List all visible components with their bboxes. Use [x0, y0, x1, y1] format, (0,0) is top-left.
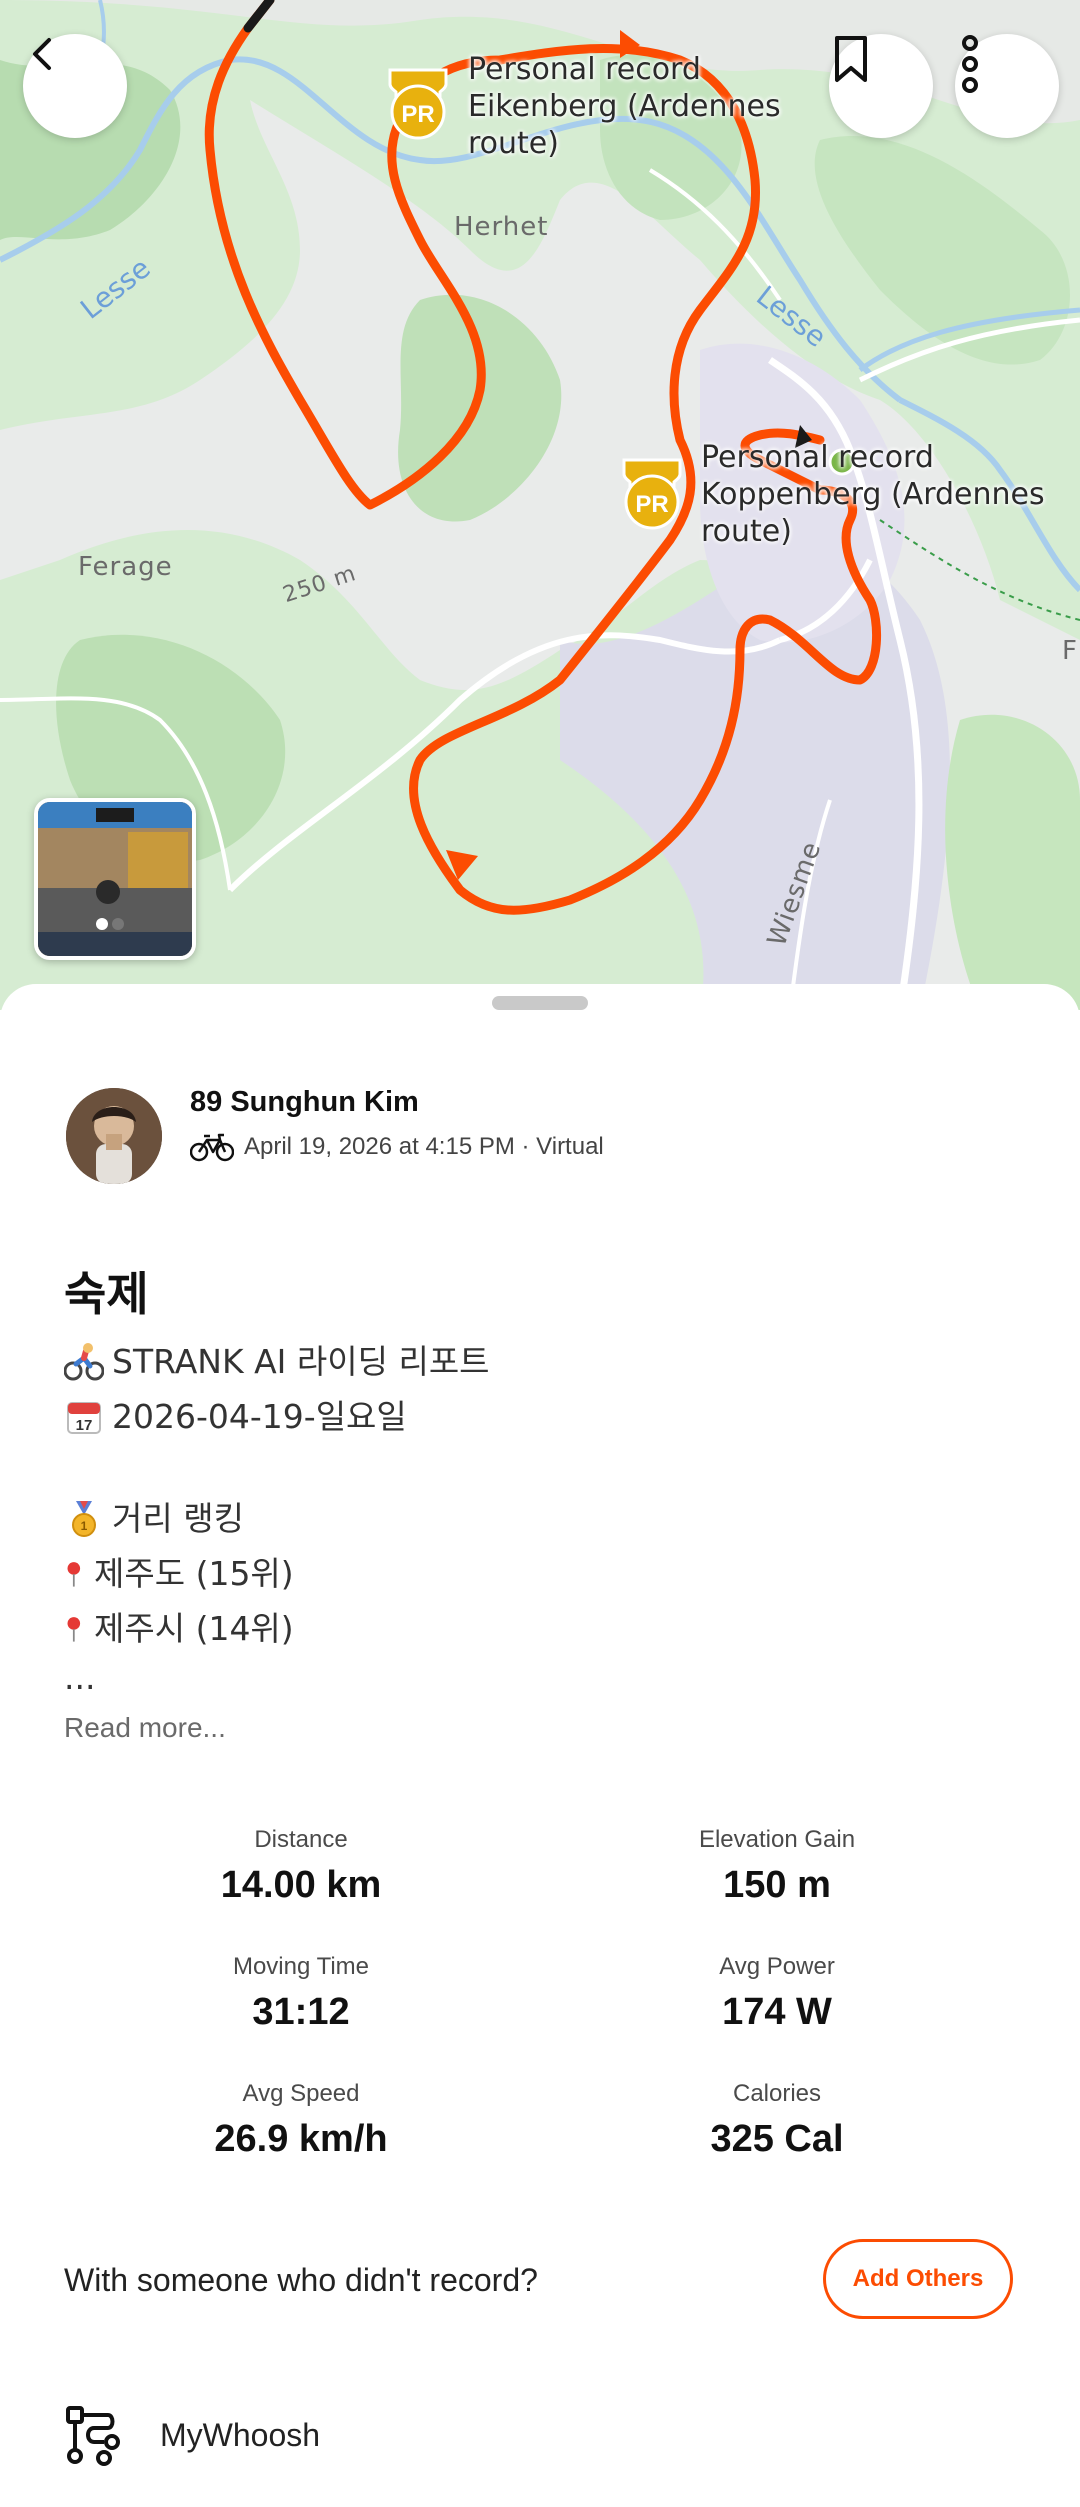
stat-calories: Calories 325 Cal [577, 2080, 977, 2161]
place-label-herhet: Herhet [454, 212, 549, 242]
stat-label: Distance [254, 1826, 348, 1853]
pr-segment-cont: route) [468, 126, 559, 161]
avatar[interactable] [66, 1088, 162, 1184]
stat-value: 14.00 km [220, 1864, 382, 1906]
avatar-image [66, 1088, 162, 1184]
stat-distance: Distance 14.00 km [101, 1826, 501, 1907]
stat-avg-power: Avg Power 174 W [577, 1953, 977, 2034]
back-button[interactable] [23, 34, 127, 138]
activity-sheet: 89 Sunghun Kim April 19, 2026 at 4:15 PM… [0, 984, 1080, 2507]
stat-label: Avg Speed [242, 2080, 360, 2107]
cyclist-emoji-icon [64, 1342, 104, 1380]
pin-emoji-icon [67, 1561, 81, 1587]
stat-value: 26.9 km/h [214, 2118, 388, 2160]
device-row[interactable]: MyWhoosh [64, 2404, 320, 2466]
pr-title: Personal record [701, 440, 934, 475]
pr-badge-icon: PR [622, 458, 682, 530]
description-line: 거리 랭킹 [112, 1499, 244, 1538]
activity-title: 숙제 [64, 1267, 149, 1321]
read-more-link[interactable]: Read more... [64, 1712, 226, 1744]
stat-avg-speed: Avg Speed 26.9 km/h [101, 2080, 501, 2161]
bike-icon [190, 1133, 234, 1162]
pr-label-eikenberg[interactable]: Personal record Eikenberg (Ardennes rout… [468, 51, 781, 162]
svg-text:17: 17 [76, 1417, 93, 1434]
svg-text:PR: PR [401, 101, 434, 128]
stat-value: 325 Cal [710, 2118, 844, 2160]
description-line: STRANK AI 라이딩 리포트 [112, 1342, 490, 1381]
route-map[interactable]: Herhet Ferage Wiesme F Lesse Lesse 250 m… [0, 0, 1080, 1010]
svg-text:PR: PR [635, 491, 668, 518]
stat-value: 31:12 [252, 1991, 350, 2033]
chevron-left-icon [33, 38, 51, 70]
add-others-button[interactable]: Add Others [823, 2239, 1013, 2319]
media-thumbnail[interactable] [34, 798, 196, 960]
device-name: MyWhoosh [160, 2416, 321, 2453]
bookmark-button[interactable] [829, 34, 933, 138]
description-ellipsis: ... [64, 1658, 96, 1697]
pr-label-koppenberg[interactable]: Personal record Koppenberg (Ardennes rou… [701, 439, 1045, 550]
activity-meta: April 19, 2026 at 4:15 PM · Virtual [190, 1132, 604, 1162]
stat-value: 150 m [723, 1864, 831, 1906]
description-line: 제주도 (15위) [94, 1554, 294, 1593]
stat-value: 174 W [722, 1991, 832, 2033]
device-route-icon [66, 2406, 120, 2466]
more-button[interactable] [955, 34, 1059, 138]
pr-segment: Eikenberg (Ardennes [468, 89, 781, 124]
description-line: 제주시 (14위) [94, 1609, 294, 1648]
calendar-emoji-icon: 17 [67, 1401, 101, 1434]
pr-segment: Koppenberg (Ardennes [701, 477, 1045, 512]
group-prompt: With someone who didn't record? [64, 2262, 538, 2298]
ride-screenshot-image [38, 802, 192, 956]
stat-elevation-gain: Elevation Gain 150 m [577, 1826, 977, 1907]
stat-label: Avg Power [719, 1953, 835, 1980]
activity-date: April 19, 2026 at 4:15 PM · Virtual [244, 1133, 604, 1160]
svg-text:1: 1 [81, 1519, 88, 1533]
pr-title: Personal record [468, 52, 701, 87]
pin-emoji-icon [67, 1616, 81, 1642]
stat-label: Calories [732, 2080, 822, 2107]
bookmark-icon [835, 36, 867, 82]
athlete-name[interactable]: 89 Sunghun Kim [190, 1086, 419, 1119]
activity-description: STRANK AI 라이딩 리포트 17 2026-04-19-일요일 1 거리… [64, 1334, 490, 1700]
pr-segment-cont: route) [701, 514, 792, 549]
stat-label: Elevation Gain [698, 1826, 856, 1853]
stat-moving-time: Moving Time 31:12 [101, 1953, 501, 2034]
pr-badge-icon: PR [388, 68, 448, 140]
medal-emoji-icon: 1 [72, 1500, 96, 1537]
place-label-ferage: Ferage [78, 552, 173, 582]
description-line: 2026-04-19-일요일 [112, 1397, 407, 1436]
place-label-edge: F [1062, 636, 1078, 666]
more-vertical-icon [962, 35, 978, 93]
sheet-drag-handle[interactable] [492, 996, 588, 1010]
stat-label: Moving Time [232, 1953, 370, 1980]
